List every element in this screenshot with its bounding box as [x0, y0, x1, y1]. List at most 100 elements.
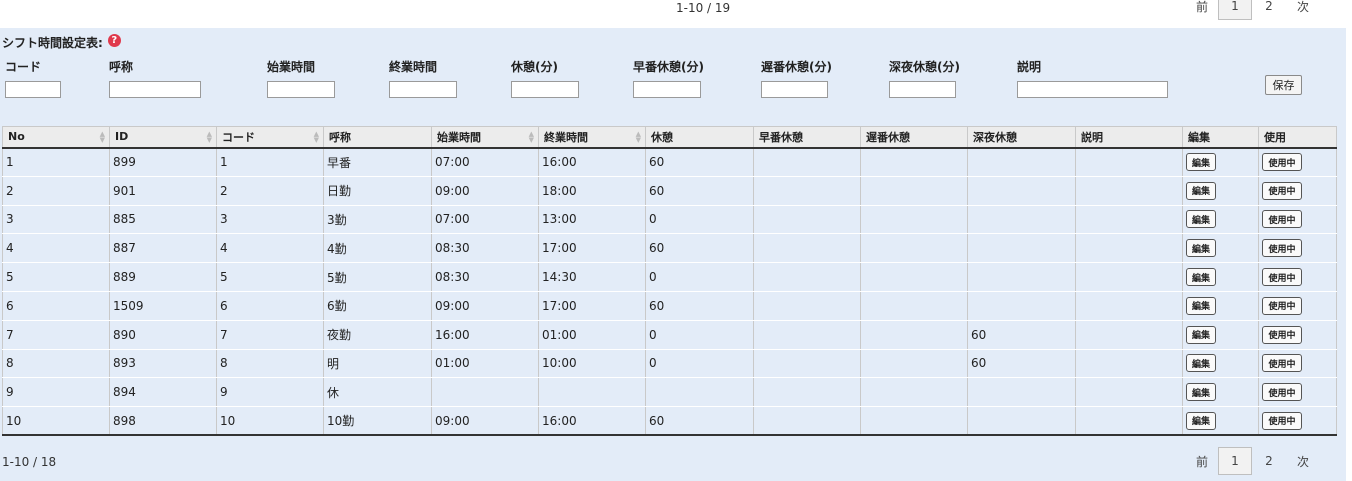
top-prev-link[interactable]: 前 — [1190, 0, 1214, 20]
night-break-input[interactable] — [889, 81, 956, 98]
cell-no: 2 — [2, 176, 110, 206]
cell-name: 日勤 — [323, 176, 432, 206]
cell-code: 9 — [216, 377, 324, 408]
cell-late-break — [860, 176, 968, 206]
col-header-no[interactable]: No ▲ ▼ — [2, 126, 110, 149]
col-header-break[interactable]: 休憩 — [645, 126, 754, 149]
bottom-page-1-current[interactable]: 1 — [1218, 447, 1252, 475]
cell-break: 60 — [645, 147, 754, 177]
start-time-input[interactable] — [267, 81, 335, 98]
edit-button[interactable]: 編集 — [1186, 325, 1216, 344]
cell-id: 899 — [109, 147, 217, 177]
bottom-next-link[interactable]: 次 — [1286, 447, 1320, 475]
bottom-page-2-link[interactable]: 2 — [1252, 447, 1286, 475]
in-use-button[interactable]: 使用中 — [1262, 383, 1302, 402]
edit-button[interactable]: 編集 — [1186, 296, 1216, 315]
cell-night-break — [967, 406, 1076, 437]
help-icon[interactable]: ? — [107, 34, 121, 47]
cell-id: 894 — [109, 377, 217, 408]
col-header-start[interactable]: 始業時間 ▲ ▼ — [431, 126, 539, 149]
in-use-button[interactable]: 使用中 — [1262, 181, 1302, 200]
cell-break: 60 — [645, 176, 754, 206]
cell-edit: 編集 — [1182, 291, 1259, 321]
in-use-button[interactable]: 使用中 — [1262, 325, 1302, 344]
cell-night-break: 60 — [967, 320, 1076, 350]
name-input[interactable] — [109, 81, 201, 98]
in-use-button[interactable]: 使用中 — [1262, 296, 1302, 315]
edit-button[interactable]: 編集 — [1186, 268, 1216, 287]
page-scrollbar[interactable] — [1346, 28, 1352, 481]
label-late-break: 遅番休憩(分) — [761, 60, 832, 74]
cell-desc — [1075, 233, 1183, 264]
col-header-end[interactable]: 終業時間 ▲ ▼ — [538, 126, 646, 149]
cell-edit: 編集 — [1182, 262, 1259, 292]
col-header-desc[interactable]: 説明 — [1075, 126, 1183, 149]
top-page-1-current[interactable]: 1 — [1218, 0, 1252, 20]
cell-desc — [1075, 291, 1183, 321]
cell-use: 使用中 — [1258, 176, 1337, 206]
cell-start: 01:00 — [431, 349, 539, 379]
cell-late-break — [860, 262, 968, 292]
code-input[interactable] — [5, 81, 61, 98]
edit-button[interactable]: 編集 — [1186, 354, 1216, 373]
cell-desc — [1075, 147, 1183, 177]
cell-late-break — [860, 349, 968, 379]
in-use-button[interactable]: 使用中 — [1262, 354, 1302, 373]
cell-early-break — [753, 291, 861, 321]
cell-no: 1 — [2, 147, 110, 177]
in-use-button[interactable]: 使用中 — [1262, 153, 1302, 172]
break-input[interactable] — [511, 81, 579, 98]
cell-code: 4 — [216, 233, 324, 264]
end-time-input[interactable] — [389, 81, 457, 98]
cell-early-break — [753, 147, 861, 177]
desc-input[interactable] — [1017, 81, 1168, 98]
cell-id: 893 — [109, 349, 217, 379]
edit-button[interactable]: 編集 — [1186, 411, 1216, 430]
in-use-button[interactable]: 使用中 — [1262, 268, 1302, 287]
in-use-button[interactable]: 使用中 — [1262, 411, 1302, 430]
cell-start: 16:00 — [431, 320, 539, 350]
col-header-code[interactable]: コード ▲ ▼ — [216, 126, 324, 149]
cell-use: 使用中 — [1258, 406, 1337, 437]
early-break-input[interactable] — [633, 81, 701, 98]
cell-code: 8 — [216, 349, 324, 379]
edit-button[interactable]: 編集 — [1186, 239, 1216, 258]
top-pager-bar: 1-10 / 19 前 1 2 次 — [0, 0, 1352, 28]
cell-use: 使用中 — [1258, 147, 1337, 177]
late-break-input[interactable] — [761, 81, 828, 98]
col-header-early-break[interactable]: 早番休憩 — [753, 126, 861, 149]
edit-button[interactable]: 編集 — [1186, 153, 1216, 172]
cell-edit: 編集 — [1182, 233, 1259, 264]
cell-break: 0 — [645, 320, 754, 350]
top-page-2-link[interactable]: 2 — [1252, 0, 1286, 20]
cell-id: 898 — [109, 406, 217, 437]
cell-code: 3 — [216, 205, 324, 235]
cell-id: 889 — [109, 262, 217, 292]
col-header-night-break[interactable]: 深夜休憩 — [967, 126, 1076, 149]
col-header-late-break[interactable]: 遅番休憩 — [860, 126, 968, 149]
cell-early-break — [753, 176, 861, 206]
cell-late-break — [860, 233, 968, 264]
cell-edit: 編集 — [1182, 176, 1259, 206]
edit-button[interactable]: 編集 — [1186, 181, 1216, 200]
col-header-name[interactable]: 呼称 — [323, 126, 432, 149]
cell-end: 17:00 — [538, 233, 646, 264]
top-pagination: 前 1 2 次 — [1190, 0, 1320, 20]
in-use-button[interactable]: 使用中 — [1262, 210, 1302, 229]
cell-start: 08:30 — [431, 262, 539, 292]
in-use-button[interactable]: 使用中 — [1262, 239, 1302, 258]
bottom-pagination: 前 1 2 次 — [1190, 447, 1320, 475]
cell-end: 16:00 — [538, 406, 646, 437]
cell-id: 901 — [109, 176, 217, 206]
cell-id: 885 — [109, 205, 217, 235]
bottom-prev-link[interactable]: 前 — [1190, 447, 1214, 475]
top-next-link[interactable]: 次 — [1286, 0, 1320, 20]
cell-desc — [1075, 377, 1183, 408]
cell-code: 10 — [216, 406, 324, 437]
col-header-id[interactable]: ID ▲ ▼ — [109, 126, 217, 149]
edit-button[interactable]: 編集 — [1186, 210, 1216, 229]
col-header-use: 使用 — [1258, 126, 1337, 149]
cell-desc — [1075, 262, 1183, 292]
save-button[interactable]: 保存 — [1265, 75, 1302, 95]
edit-button[interactable]: 編集 — [1186, 383, 1216, 402]
